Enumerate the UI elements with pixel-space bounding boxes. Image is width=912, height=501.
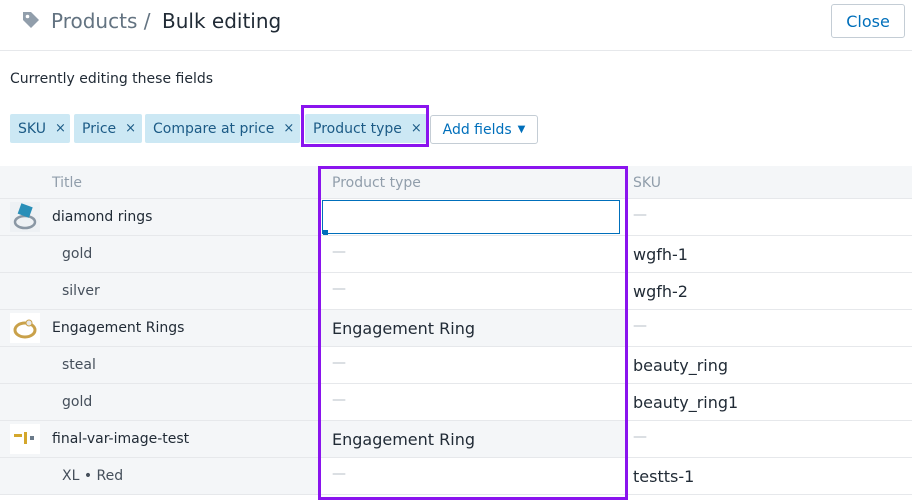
chip-remove-icon[interactable]: × [283, 121, 294, 136]
sku-value: — [633, 318, 647, 334]
title-cell: gold [0, 384, 320, 421]
tag-icon [23, 12, 39, 28]
title-cell: gold [0, 236, 320, 273]
product-type-cell[interactable]: Engagement Ring [320, 310, 626, 347]
sku-cell[interactable]: beauty_ring1 [626, 384, 912, 421]
table-row: diamond rings — [0, 199, 912, 236]
product-title: diamond rings [52, 209, 153, 225]
sku-cell[interactable]: beauty_ring [626, 347, 912, 384]
table-row: XL • Red — testts-1 [0, 458, 912, 495]
sku-value: beauty_ring1 [633, 393, 739, 412]
sku-cell[interactable]: testts-1 [626, 458, 912, 495]
chip-label: Compare at price [153, 120, 275, 137]
chip-remove-icon[interactable]: × [125, 121, 136, 136]
table-row: steal — beauty_ring [0, 347, 912, 384]
column-header-sku: SKU [626, 166, 912, 199]
title-cell: steal [0, 347, 320, 384]
product-type-input[interactable] [322, 200, 620, 235]
product-type-value: Engagement Ring [332, 319, 475, 338]
chip-label: Price [82, 120, 117, 137]
variant-title: gold [62, 246, 93, 262]
breadcrumb[interactable]: Products / [51, 9, 150, 33]
column-header-label: Product type [332, 175, 421, 191]
product-thumbnail [10, 424, 40, 454]
bulk-edit-grid: Title Product type SKU diamond rings — g… [0, 166, 912, 501]
title-cell: Engagement Rings [0, 310, 320, 347]
table-row: final-var-image-test Engagement Ring — [0, 421, 912, 458]
sku-value: wgfh-1 [633, 245, 688, 264]
product-type-cell[interactable]: — [320, 384, 626, 421]
variant-title: XL • Red [62, 468, 124, 484]
sku-value: beauty_ring [633, 356, 729, 375]
column-header-label: Title [52, 175, 83, 191]
sku-cell[interactable]: wgfh-1 [626, 236, 912, 273]
table-row: gold — beauty_ring1 [0, 384, 912, 421]
title-cell: diamond rings [0, 199, 320, 236]
page-title: Bulk editing [162, 9, 282, 33]
sku-value: — [633, 429, 647, 445]
product-thumbnail [10, 313, 40, 343]
close-button[interactable]: Close [831, 4, 905, 38]
product-type-cell[interactable]: — [320, 273, 626, 310]
title-cell: silver [0, 273, 320, 310]
product-type-value: — [332, 244, 346, 260]
product-type-value: — [332, 392, 346, 408]
chip-compare-at-price[interactable]: Compare at price × [145, 114, 300, 143]
table-row: silver — wgfh-2 [0, 273, 912, 310]
product-type-value: — [332, 355, 346, 371]
chip-sku[interactable]: SKU × [10, 114, 70, 143]
page-header: Products / Bulk editing Close [0, 0, 912, 51]
column-header-title: Title [0, 166, 320, 199]
chip-price[interactable]: Price × [74, 114, 142, 143]
sku-cell[interactable]: — [626, 199, 912, 236]
product-type-value: Engagement Ring [332, 430, 475, 449]
caret-down-icon: ▼ [517, 124, 526, 135]
sku-value: testts-1 [633, 467, 695, 486]
breadcrumb-products[interactable]: Products [51, 9, 137, 33]
chip-label: SKU [18, 120, 46, 137]
sku-cell[interactable]: — [626, 421, 912, 458]
add-fields-button[interactable]: Add fields ▼ [430, 115, 538, 144]
sku-cell[interactable]: — [626, 310, 912, 347]
product-title: Engagement Rings [52, 320, 185, 336]
table-row: gold — wgfh-1 [0, 236, 912, 273]
product-thumbnail [10, 202, 40, 232]
product-type-cell[interactable]: Engagement Ring [320, 421, 626, 458]
column-header-label: SKU [633, 175, 661, 191]
chip-highlight-box [301, 105, 429, 147]
table-row: Engagement Rings Engagement Ring — [0, 310, 912, 347]
add-fields-label: Add fields [442, 121, 512, 138]
variant-title: silver [62, 283, 100, 299]
sku-cell[interactable]: wgfh-2 [626, 273, 912, 310]
editing-fields-label: Currently editing these fields [10, 71, 214, 87]
product-type-cell[interactable] [320, 199, 626, 236]
product-type-value: — [332, 466, 346, 482]
product-type-value: — [332, 281, 346, 297]
product-type-cell[interactable]: — [320, 458, 626, 495]
column-header-product-type: Product type [320, 166, 626, 199]
fill-handle[interactable] [323, 230, 328, 235]
product-type-cell[interactable]: — [320, 347, 626, 384]
chip-remove-icon[interactable]: × [55, 121, 66, 136]
product-type-cell[interactable]: — [320, 236, 626, 273]
sku-value: wgfh-2 [633, 282, 688, 301]
variant-title: gold [62, 394, 93, 410]
product-title: final-var-image-test [52, 431, 190, 447]
title-cell: XL • Red [0, 458, 320, 495]
breadcrumb-separator: / [143, 9, 151, 33]
title-cell: final-var-image-test [0, 421, 320, 458]
sku-value: — [633, 207, 647, 223]
variant-title: steal [62, 357, 96, 373]
